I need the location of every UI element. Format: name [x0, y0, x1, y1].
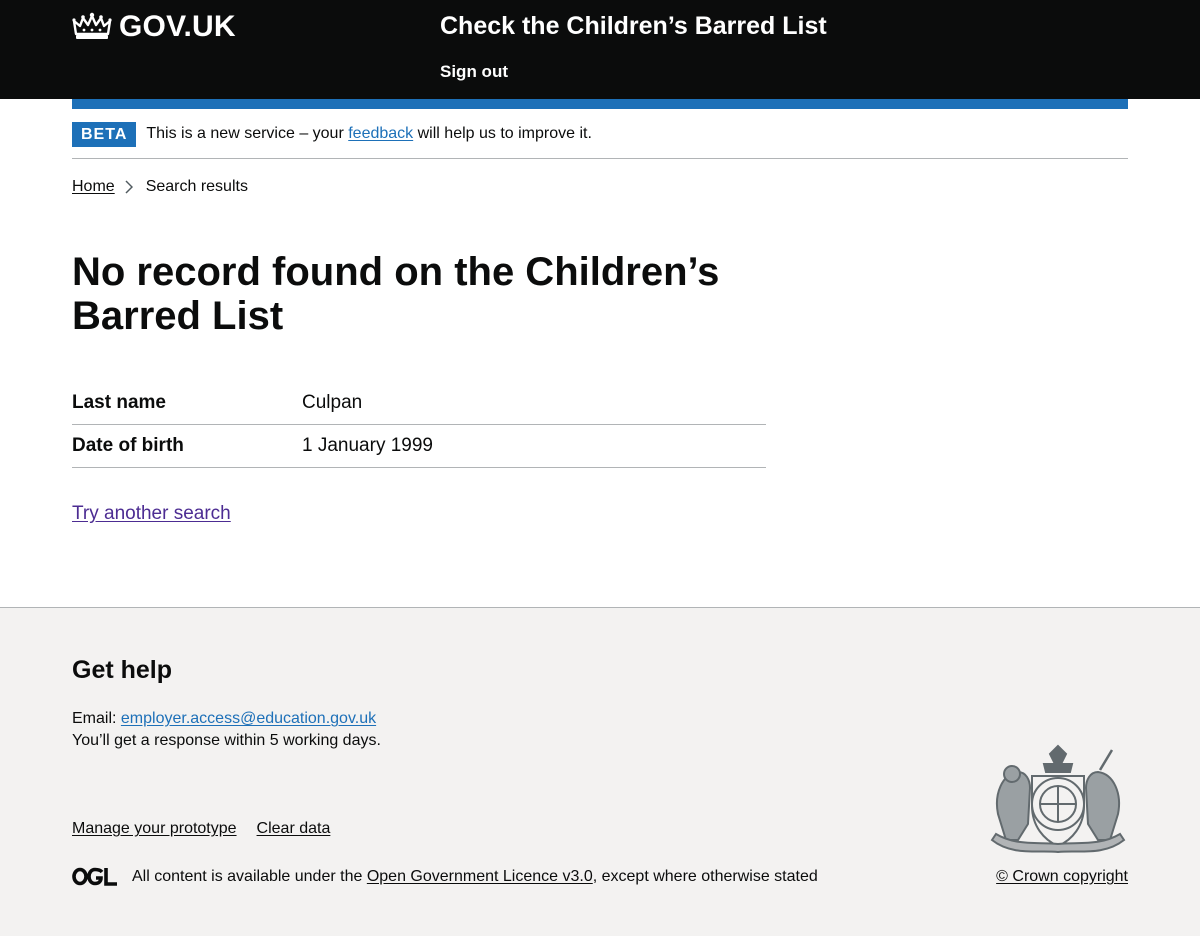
- crown-icon: [72, 12, 112, 39]
- royal-coat-of-arms-icon: [990, 744, 1126, 854]
- sign-out-link[interactable]: Sign out: [440, 62, 508, 82]
- phase-text-after: will help us to improve it.: [417, 125, 592, 142]
- footer-container: Get help Email: employer.access@educatio…: [72, 608, 1128, 936]
- chevron-right-icon: [125, 180, 133, 194]
- crown-copyright-link[interactable]: © Crown copyright: [996, 868, 1128, 886]
- summary-value: Culpan: [302, 392, 363, 413]
- licence-line: All content is available under the Open …: [72, 867, 818, 886]
- logo-text: GOV.UK: [119, 10, 236, 43]
- page-title: No record found on the Children’s Barred…: [72, 250, 720, 338]
- summary-row-date-of-birth: Date of birth 1 January 1999: [72, 425, 766, 468]
- header-container: GOV.UK Check the Children’s Barred List …: [72, 0, 1128, 99]
- try-another-search-link[interactable]: Try another search: [72, 503, 231, 525]
- summary-value: 1 January 1999: [302, 435, 433, 456]
- ogl-logo-icon: [72, 867, 117, 886]
- govuk-header: GOV.UK Check the Children’s Barred List …: [0, 0, 1200, 99]
- main-content: No record found on the Children’s Barred…: [72, 250, 1128, 525]
- email-line: Email: employer.access@education.gov.uk: [72, 710, 376, 728]
- breadcrumb-home[interactable]: Home: [72, 178, 115, 196]
- summary-key: Date of birth: [72, 435, 184, 456]
- beta-tag: BETA: [72, 121, 137, 147]
- email-label: Email:: [72, 710, 117, 727]
- response-time-text: You’ll get a response within 5 working d…: [72, 732, 381, 749]
- licence-text-before: All content is available under the: [132, 867, 363, 885]
- email-link[interactable]: employer.access@education.gov.uk: [121, 710, 376, 727]
- ogl-licence-link[interactable]: Open Government Licence v3.0: [367, 868, 593, 886]
- footer-links: Manage your prototype Clear data: [72, 820, 330, 838]
- licence-text-after: , except where otherwise stated: [592, 867, 818, 885]
- summary-list: Last name Culpan Date of birth 1 January…: [72, 382, 766, 468]
- govuk-logo-link[interactable]: GOV.UK: [72, 10, 236, 44]
- page-container: BETA This is a new service – your feedba…: [72, 109, 1128, 525]
- header-blue-bar: [72, 99, 1128, 109]
- govuk-footer: Get help Email: employer.access@educatio…: [0, 607, 1200, 936]
- breadcrumb-current: Search results: [145, 178, 248, 195]
- get-help-heading: Get help: [72, 656, 173, 684]
- breadcrumb: Home Search results: [72, 159, 1128, 217]
- manage-prototype-link[interactable]: Manage your prototype: [72, 820, 237, 838]
- summary-row-last-name: Last name Culpan: [72, 382, 766, 425]
- phase-banner-text: This is a new service – your feedback wi…: [146, 125, 592, 143]
- summary-key: Last name: [72, 392, 166, 413]
- phase-banner: BETA This is a new service – your feedba…: [72, 109, 1128, 159]
- feedback-link[interactable]: feedback: [348, 125, 413, 142]
- clear-data-link[interactable]: Clear data: [257, 820, 331, 838]
- phase-text-before: This is a new service – your: [146, 125, 344, 142]
- service-name-link[interactable]: Check the Children’s Barred List: [440, 12, 827, 41]
